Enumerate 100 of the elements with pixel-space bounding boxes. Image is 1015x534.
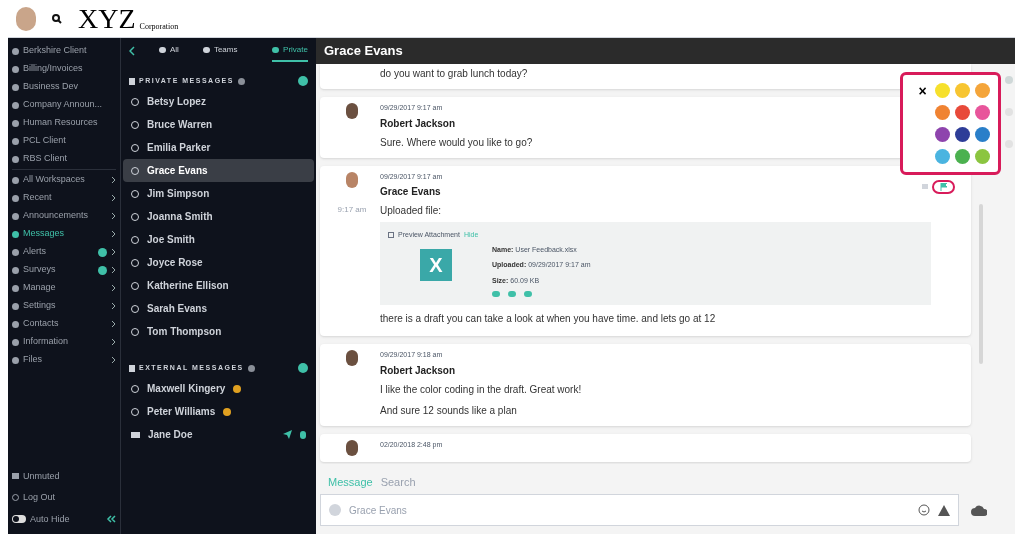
contact-item[interactable]: Bruce Warren bbox=[123, 113, 314, 136]
sidebar-item[interactable]: Announcements bbox=[8, 207, 120, 225]
sidebar-item[interactable]: Berkshire Client bbox=[8, 42, 120, 60]
chevron-icon bbox=[111, 248, 116, 256]
item-icon bbox=[12, 338, 19, 346]
contact-item[interactable]: Betsy Lopez bbox=[123, 90, 314, 113]
chevron-icon bbox=[111, 266, 116, 274]
contact-item[interactable]: Grace Evans bbox=[123, 159, 314, 182]
sidebar-item[interactable]: All Workspaces bbox=[8, 171, 120, 189]
message-text: Sure. Where would you like to go? bbox=[380, 135, 533, 150]
conversation-title: Grace Evans bbox=[324, 42, 403, 61]
message-text: Uploaded file: bbox=[380, 204, 442, 218]
sidebar-item[interactable]: Information bbox=[8, 333, 120, 351]
chevron-icon bbox=[111, 302, 116, 310]
flag-icon[interactable] bbox=[932, 179, 955, 194]
item-icon bbox=[12, 194, 19, 202]
color-swatch[interactable] bbox=[975, 83, 990, 98]
message-side-time: 9:17 am bbox=[337, 203, 367, 216]
contact-item[interactable]: Joe Smith bbox=[123, 228, 314, 251]
contact-item[interactable]: Maxwell Kingery bbox=[123, 377, 314, 400]
color-swatch[interactable] bbox=[975, 149, 990, 164]
message-author: Grace Evans bbox=[380, 185, 441, 199]
color-swatch[interactable] bbox=[935, 105, 950, 120]
item-icon bbox=[12, 155, 19, 163]
channel-tab[interactable]: All bbox=[159, 40, 179, 62]
close-button[interactable]: × bbox=[915, 83, 930, 98]
contact-item[interactable]: Joyce Rose bbox=[123, 251, 314, 274]
sidebar-item[interactable]: Business Dev bbox=[8, 78, 120, 96]
contact-item[interactable]: Jim Simpson bbox=[123, 182, 314, 205]
add-icon[interactable] bbox=[298, 76, 308, 86]
item-icon bbox=[12, 101, 19, 109]
sidebar-item[interactable]: Files bbox=[8, 351, 120, 369]
avatar bbox=[346, 103, 358, 119]
avatar bbox=[346, 439, 358, 456]
color-swatch[interactable] bbox=[955, 127, 970, 142]
color-swatch[interactable] bbox=[955, 149, 970, 164]
toggle-switch[interactable] bbox=[12, 515, 26, 524]
auto-hide-toggle[interactable]: Auto Hide bbox=[8, 512, 120, 526]
sidebar-item[interactable]: Company Announ... bbox=[8, 96, 120, 114]
item-icon bbox=[12, 320, 19, 328]
item-icon bbox=[12, 266, 19, 274]
item-icon bbox=[12, 176, 19, 184]
item-icon bbox=[12, 137, 19, 145]
sidebar-item[interactable]: Billing/Invoices bbox=[8, 60, 120, 78]
color-swatch[interactable] bbox=[935, 83, 950, 98]
sidebar-footer-item[interactable]: Log Out bbox=[8, 491, 120, 505]
avatar bbox=[346, 350, 358, 366]
logo: XYZ bbox=[78, 4, 136, 33]
sidebar-item[interactable]: Settings bbox=[8, 297, 120, 315]
color-swatch[interactable] bbox=[975, 105, 990, 120]
color-swatch[interactable] bbox=[935, 127, 950, 142]
item-icon bbox=[12, 248, 19, 256]
chevron-icon bbox=[111, 356, 116, 364]
sidebar-item[interactable]: Messages bbox=[8, 225, 120, 243]
item-icon bbox=[12, 230, 19, 238]
spreadsheet-file-icon: X bbox=[420, 248, 452, 281]
avatar[interactable] bbox=[16, 6, 36, 31]
contact-item[interactable]: Tom Thompson bbox=[123, 320, 314, 343]
contact-item[interactable]: Sarah Evans bbox=[123, 297, 314, 320]
message-text: do you want to grab lunch today? bbox=[380, 67, 528, 81]
sidebar-item[interactable]: Surveys bbox=[8, 261, 120, 279]
back-icon[interactable] bbox=[129, 46, 135, 56]
collapse-icon[interactable] bbox=[106, 515, 116, 524]
color-swatch[interactable] bbox=[955, 83, 970, 98]
sidebar-item[interactable]: Manage bbox=[8, 279, 120, 297]
sidebar-item[interactable]: PCL Client bbox=[8, 132, 120, 150]
smiley-icon[interactable] bbox=[918, 504, 930, 516]
contact-item[interactable]: Katherine Ellison bbox=[123, 274, 314, 297]
color-swatch[interactable] bbox=[955, 105, 970, 120]
chevron-icon bbox=[111, 284, 116, 292]
color-swatch[interactable] bbox=[935, 149, 950, 164]
item-icon bbox=[12, 65, 19, 73]
contact-item[interactable]: Jane Doe bbox=[123, 423, 314, 446]
cloud-upload-icon[interactable] bbox=[971, 504, 987, 516]
send-icon[interactable] bbox=[283, 430, 292, 439]
message-input[interactable]: Grace Evans bbox=[349, 502, 910, 518]
sidebar-footer-item[interactable]: Unmuted bbox=[8, 469, 120, 483]
sidebar-item[interactable]: RBS Client bbox=[8, 150, 120, 168]
item-icon bbox=[12, 47, 19, 55]
sidebar-item[interactable]: Recent bbox=[8, 189, 120, 207]
channel-tab[interactable]: Teams bbox=[202, 40, 238, 62]
search-icon[interactable] bbox=[52, 13, 62, 24]
chevron-icon bbox=[111, 212, 116, 220]
contact-item[interactable]: Emilia Parker bbox=[123, 136, 314, 159]
message-author: Robert Jackson bbox=[380, 363, 456, 378]
color-swatch[interactable] bbox=[975, 127, 990, 142]
envelope-icon bbox=[131, 431, 140, 438]
channel-tab[interactable]: Private bbox=[272, 40, 308, 62]
chevron-icon bbox=[111, 194, 116, 202]
contact-item[interactable]: Joanna Smith bbox=[123, 205, 314, 228]
warning-icon[interactable] bbox=[938, 504, 950, 516]
sidebar-item[interactable]: Contacts bbox=[8, 315, 120, 333]
add-icon[interactable] bbox=[298, 363, 308, 373]
contact-item[interactable]: Peter Williams bbox=[123, 400, 314, 423]
chevron-icon bbox=[111, 230, 116, 238]
sidebar-item[interactable]: Human Resources bbox=[8, 114, 120, 132]
logo-subtitle: Corporation bbox=[139, 20, 179, 33]
message-field[interactable]: Grace Evans bbox=[320, 494, 959, 526]
sidebar-item[interactable]: Alerts bbox=[8, 243, 120, 261]
message-text: And sure 12 sounds like a plan bbox=[380, 403, 517, 418]
